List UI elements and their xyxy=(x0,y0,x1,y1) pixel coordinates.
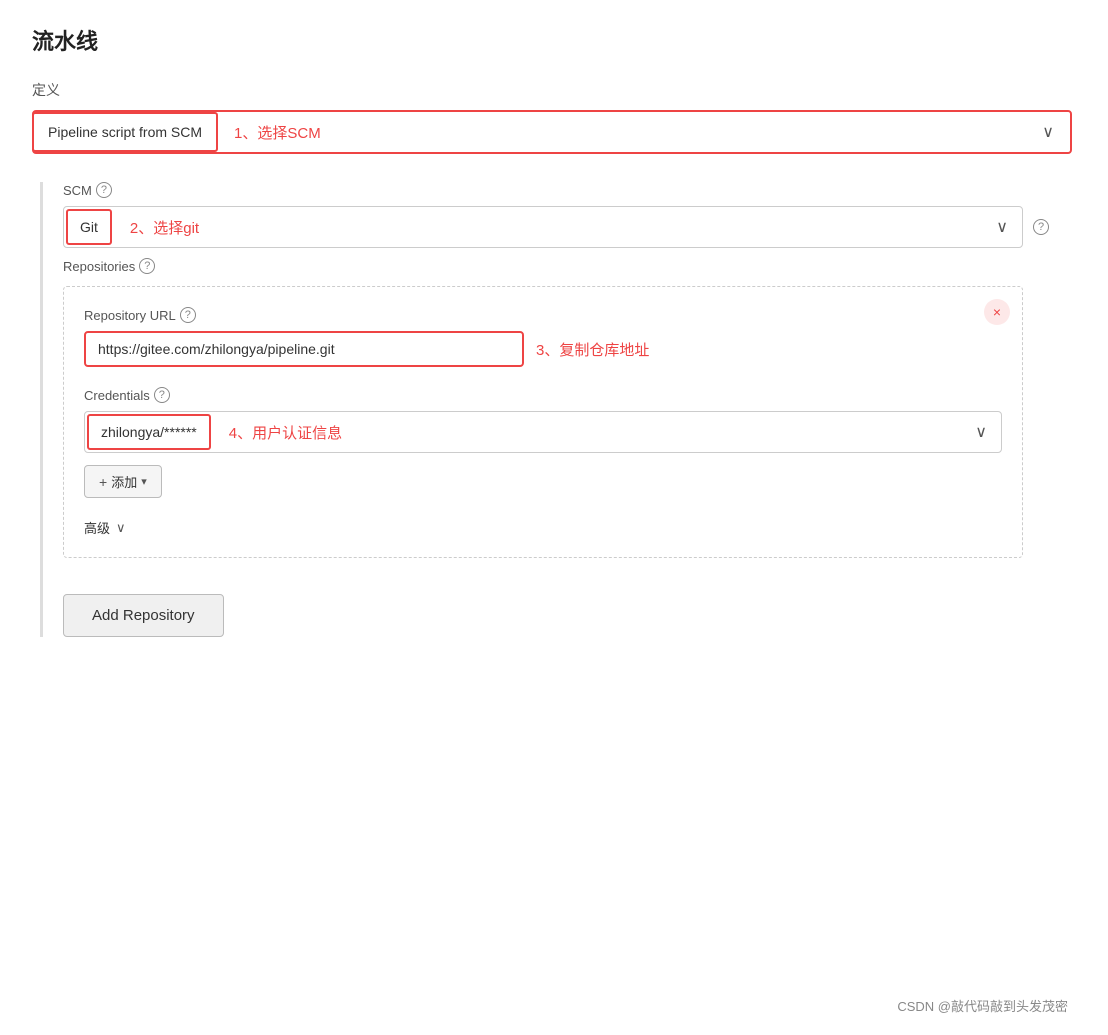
definition-selected-value: Pipeline script from SCM xyxy=(32,112,218,152)
credentials-dropdown[interactable]: zhilongya/****** 4、用户认证信息 ∨ xyxy=(84,411,1002,453)
definition-dropdown[interactable]: Pipeline script from SCM 1、选择SCM ∨ xyxy=(32,110,1072,154)
definition-label: 定义 xyxy=(32,80,1076,100)
repo-url-label: Repository URL ? xyxy=(84,307,1002,323)
add-btn-label: 添加 xyxy=(111,472,137,491)
definition-annotation: 1、选择SCM xyxy=(216,122,1026,143)
scm-dropdown[interactable]: Git 2、选择git ∨ xyxy=(63,206,1023,248)
add-repository-button[interactable]: Add Repository xyxy=(63,594,224,637)
scm-annotation: 2、选择git xyxy=(114,217,982,238)
scm-dropdown-wrapper: Git 2、选择git ∨ ? xyxy=(63,206,1076,248)
scm-field: SCM ? Git 2、选择git ∨ ? xyxy=(63,182,1076,248)
scm-help-icon[interactable]: ? xyxy=(96,182,112,198)
scm-label: SCM ? xyxy=(63,182,1076,198)
repository-card: × Repository URL ? 3、复制仓库地址 Credentials … xyxy=(63,286,1023,558)
repo-url-input[interactable] xyxy=(84,331,524,367)
repositories-label: Repositories ? xyxy=(63,258,1076,274)
add-chevron-icon: ▾ xyxy=(141,475,147,488)
url-row: 3、复制仓库地址 xyxy=(84,331,1002,367)
scm-label-text: SCM xyxy=(63,183,92,198)
credentials-help-icon[interactable]: ? xyxy=(154,387,170,403)
add-plus-icon: + xyxy=(99,474,107,490)
credentials-annotation: 4、用户认证信息 xyxy=(213,422,962,443)
footer-text: CSDN @敲代码敲到头发茂密 xyxy=(897,996,1068,1015)
credentials-label-text: Credentials xyxy=(84,388,150,403)
definition-dropdown-arrow[interactable]: ∨ xyxy=(1026,112,1070,152)
form-section: SCM ? Git 2、选择git ∨ ? Repositories ? × R… xyxy=(40,182,1076,637)
repo-close-button[interactable]: × xyxy=(984,299,1010,325)
add-credentials-button[interactable]: + 添加 ▾ xyxy=(84,465,162,498)
repositories-section: Repositories ? × Repository URL ? 3、复制仓库… xyxy=(63,258,1076,558)
credentials-arrow-icon[interactable]: ∨ xyxy=(961,414,1001,450)
repo-url-label-text: Repository URL xyxy=(84,308,176,323)
repositories-label-text: Repositories xyxy=(63,259,135,274)
credentials-row: zhilongya/****** 4、用户认证信息 ∨ xyxy=(84,411,1002,453)
page-title: 流水线 xyxy=(32,24,1076,56)
scm-dropdown-arrow-icon[interactable]: ∨ xyxy=(982,209,1022,245)
scm-help-icon2[interactable]: ? xyxy=(1033,219,1049,235)
credentials-label: Credentials ? xyxy=(84,387,1002,403)
advanced-row[interactable]: 高级 ∨ xyxy=(84,518,1002,537)
repo-url-help-icon[interactable]: ? xyxy=(180,307,196,323)
advanced-chevron-icon[interactable]: ∨ xyxy=(116,520,126,536)
scm-selected-value: Git xyxy=(66,209,112,245)
repositories-help-icon[interactable]: ? xyxy=(139,258,155,274)
advanced-label: 高级 xyxy=(84,518,110,537)
credentials-selected-value: zhilongya/****** xyxy=(87,414,211,450)
url-annotation: 3、复制仓库地址 xyxy=(536,339,649,360)
